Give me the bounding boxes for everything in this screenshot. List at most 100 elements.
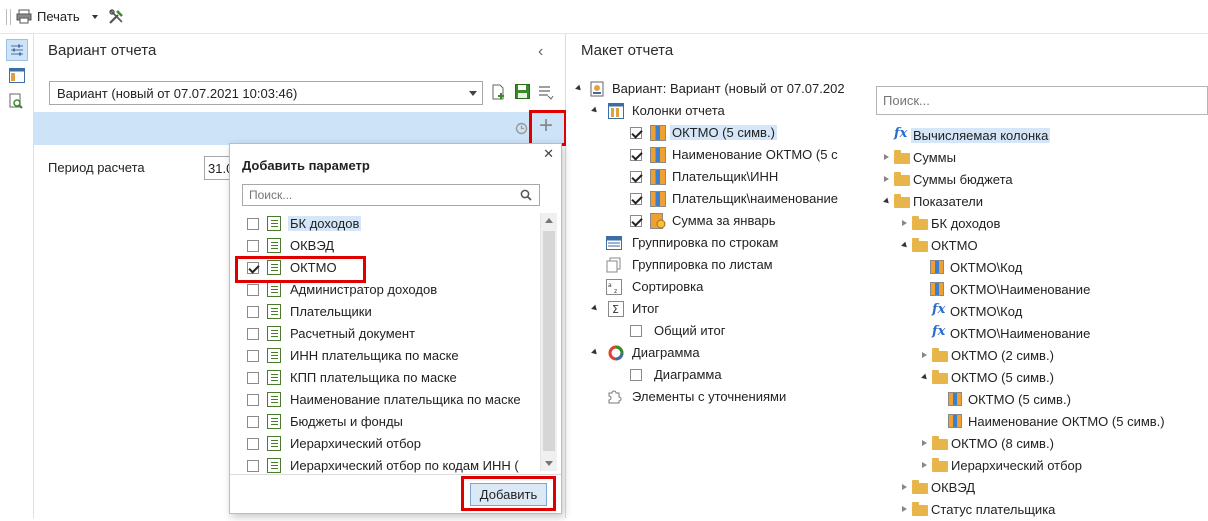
layout-strip-button[interactable]: [6, 65, 28, 87]
scroll-up-icon[interactable]: [545, 218, 553, 223]
field-folder-oktmo2[interactable]: ОКТМО (2 симв.): [922, 345, 1122, 367]
chart-checkbox[interactable]: [630, 369, 642, 381]
fields-search-input[interactable]: [883, 93, 1183, 108]
tree-label: Группировка по листам: [632, 257, 773, 272]
parameter-list-item[interactable]: КПП плательщика по маске: [237, 367, 537, 389]
parameter-checkbox[interactable]: [247, 350, 259, 362]
save-icon[interactable]: [515, 84, 530, 99]
parameter-list-item[interactable]: Бюджеты и фонды: [237, 411, 537, 433]
expand-icon: [591, 348, 599, 357]
parameter-list-item[interactable]: БК доходов: [237, 213, 537, 235]
popup-title: Добавить параметр: [242, 158, 370, 173]
field-oktmo-name-fx[interactable]: fx ОКТМО\Наименование: [930, 323, 1130, 345]
field-oktmo5-name[interactable]: Наименование ОКТМО (5 симв.): [948, 411, 1188, 433]
column-checkbox[interactable]: [630, 149, 642, 161]
tree-label: ОКТМО (5 симв.): [670, 125, 777, 140]
field-folder-oktmo5[interactable]: ОКТМО (5 симв.): [921, 367, 1122, 389]
field-oktmo-code[interactable]: ОКТМО\Код: [930, 257, 1130, 279]
field-oktmo-code-fx[interactable]: fx ОКТМО\Код: [930, 301, 1130, 323]
parameter-checkbox[interactable]: [247, 306, 259, 318]
field-oktmo-name[interactable]: ОКТМО\Наименование: [930, 279, 1130, 301]
collapse-chevron-icon[interactable]: ‹: [538, 43, 543, 61]
tree-node-sheet-grouping[interactable]: Группировка по листам: [606, 254, 826, 276]
tree-node-sorting[interactable]: a z Сортировка: [606, 276, 826, 298]
tree-node-total[interactable]: Σ Итог: [591, 298, 812, 320]
print-button[interactable]: Печать: [16, 8, 86, 26]
folder-icon: [912, 238, 928, 252]
tree-node-columns[interactable]: Колонки отчета: [591, 100, 792, 122]
parameter-checkbox[interactable]: [247, 372, 259, 384]
column-icon: [650, 191, 666, 207]
column-checkbox[interactable]: [630, 171, 642, 183]
field-folder-bk-income[interactable]: БК доходов: [902, 213, 1102, 235]
column-checkbox[interactable]: [630, 193, 642, 205]
variant-select[interactable]: Вариант (новый от 07.07.2021 10:03:46): [49, 81, 483, 105]
layout-icon: [9, 68, 25, 83]
column-icon: [650, 125, 666, 141]
parameter-checkbox[interactable]: [247, 394, 259, 406]
parameter-checkbox[interactable]: [247, 218, 259, 230]
tree-node-refinements[interactable]: Элементы с уточнениями: [606, 386, 846, 408]
parameter-list-item[interactable]: Наименование плательщика по маске: [237, 389, 537, 411]
field-calc-column[interactable]: fx Вычисляемая колонка: [894, 125, 1094, 147]
parameter-list-item[interactable]: ИНН плательщика по маске: [237, 345, 537, 367]
parameter-list-item[interactable]: Расчетный документ: [237, 323, 537, 345]
tree-node-column-inn[interactable]: Плательщик\ИНН: [630, 166, 850, 188]
column-icon: [930, 260, 944, 274]
parameter-list-item[interactable]: Плательщики: [237, 301, 537, 323]
tree-node-row-grouping[interactable]: Группировка по строкам: [606, 232, 826, 254]
close-icon[interactable]: ✕: [543, 147, 554, 160]
parameter-label: ИНН плательщика по маске: [290, 348, 459, 363]
tree-node-column-payer-name[interactable]: Плательщик\наименование: [630, 188, 850, 210]
grand-total-checkbox[interactable]: [630, 325, 642, 337]
parameter-search[interactable]: [242, 184, 540, 206]
scrollbar-thumb[interactable]: [543, 231, 555, 451]
new-variant-icon[interactable]: [492, 84, 507, 101]
field-folder-budget-sums[interactable]: Суммы бюджета: [884, 169, 1084, 191]
fields-search[interactable]: [876, 86, 1208, 115]
parameter-list-item[interactable]: Иерархический отбор по кодам ИНН (: [237, 455, 537, 473]
parameter-checkbox[interactable]: [247, 328, 259, 340]
folder-icon: [912, 216, 928, 230]
list-scrollbar[interactable]: [540, 213, 557, 471]
parameter-checkbox[interactable]: [247, 460, 259, 472]
field-folder-oktmo[interactable]: ОКТМО: [901, 235, 1102, 257]
field-folder-oktmo8[interactable]: ОКТМО (8 симв.): [922, 433, 1122, 455]
scroll-down-icon[interactable]: [545, 461, 553, 466]
field-oktmo5-code[interactable]: ОКТМО (5 симв.): [948, 389, 1148, 411]
tools-icon[interactable]: [108, 8, 125, 25]
expand-icon: [575, 84, 583, 93]
tree-label: Сумма за январь: [672, 213, 776, 228]
variant-list-icon[interactable]: [538, 84, 554, 100]
parameter-search-input[interactable]: [249, 188, 509, 202]
column-checkbox[interactable]: [630, 127, 642, 139]
parameter-list-item[interactable]: Иерархический отбор: [237, 433, 537, 455]
reset-icon[interactable]: [514, 121, 529, 136]
parameter-checkbox[interactable]: [247, 438, 259, 450]
parameter-list-item[interactable]: ОКВЭД: [237, 235, 537, 257]
parameter-label: Расчетный документ: [290, 326, 416, 341]
parameter-checkbox[interactable]: [247, 416, 259, 428]
tree-node-chart[interactable]: Диаграмма: [591, 342, 812, 364]
tree-node-column-sum[interactable]: Сумма за январь: [630, 210, 850, 232]
field-folder-sums[interactable]: Суммы: [884, 147, 1084, 169]
settings-strip-button[interactable]: [6, 39, 28, 61]
field-folder-hier-select[interactable]: Иерархический отбор: [922, 455, 1122, 477]
column-checkbox[interactable]: [630, 215, 642, 227]
tree-node-column-oktmo5[interactable]: ОКТМО (5 симв.): [630, 122, 830, 144]
print-dropdown-arrow[interactable]: [92, 15, 98, 19]
parameter-checkbox[interactable]: [247, 284, 259, 296]
parameter-list: БК доходов ОКВЭД ОКТМО Администратор доходо…: [237, 213, 540, 473]
tree-label: ОКТМО (5 симв.): [951, 370, 1054, 385]
tree-node-chart-child[interactable]: Диаграмма: [630, 364, 830, 386]
tree-label: ОКТМО (2 симв.): [951, 348, 1054, 363]
tree-node-grand-total[interactable]: Общий итог: [630, 320, 830, 342]
field-folder-okved[interactable]: ОКВЭД: [902, 477, 1102, 499]
search-icon[interactable]: [520, 189, 532, 201]
collapsed-icon: [922, 440, 927, 446]
tree-node-column-name[interactable]: Наименование ОКТМО (5 с: [630, 144, 850, 166]
field-folder-indicators[interactable]: Показатели: [883, 191, 1084, 213]
tree-node-variant[interactable]: Вариант: Вариант (новый от 07.07.202: [575, 78, 866, 100]
preview-strip-button[interactable]: [6, 91, 28, 113]
parameter-checkbox[interactable]: [247, 240, 259, 252]
